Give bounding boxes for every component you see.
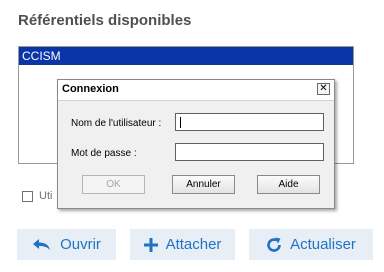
option-checkbox[interactable]	[22, 190, 33, 202]
password-label: Mot de passe :	[71, 148, 137, 159]
help-button[interactable]: Aide	[257, 175, 320, 194]
login-dialog: Connexion ✕ Nom de l'utilisateur : Mot d…	[57, 79, 335, 209]
dialog-titlebar[interactable]: Connexion ✕	[58, 80, 334, 101]
refresh-button-label: Actualiser	[290, 236, 356, 253]
open-button-label: Ouvrir	[60, 236, 101, 253]
close-icon[interactable]: ✕	[317, 83, 330, 95]
open-button[interactable]: Ouvrir	[17, 229, 116, 260]
plus-icon	[143, 237, 158, 252]
text-caret	[180, 117, 181, 128]
ok-button[interactable]: OK	[82, 175, 145, 194]
option-checkbox-row[interactable]: Uti	[22, 188, 52, 204]
username-label: Nom de l'utilisateur :	[71, 118, 162, 129]
cancel-button[interactable]: Annuler	[172, 175, 235, 194]
password-input[interactable]	[175, 143, 324, 161]
attach-button-label: Attacher	[165, 236, 222, 253]
undo-arrow-icon	[33, 238, 51, 250]
refresh-button[interactable]: Actualiser	[249, 229, 373, 260]
section-title: Référentiels disponibles	[18, 12, 192, 29]
refresh-icon	[267, 237, 281, 252]
dialog-title: Connexion	[62, 83, 119, 95]
option-checkbox-label: Uti	[39, 190, 53, 202]
username-input[interactable]	[175, 113, 324, 131]
repository-list-item[interactable]: CCISM	[19, 47, 353, 65]
attach-button[interactable]: Attacher	[130, 229, 235, 260]
